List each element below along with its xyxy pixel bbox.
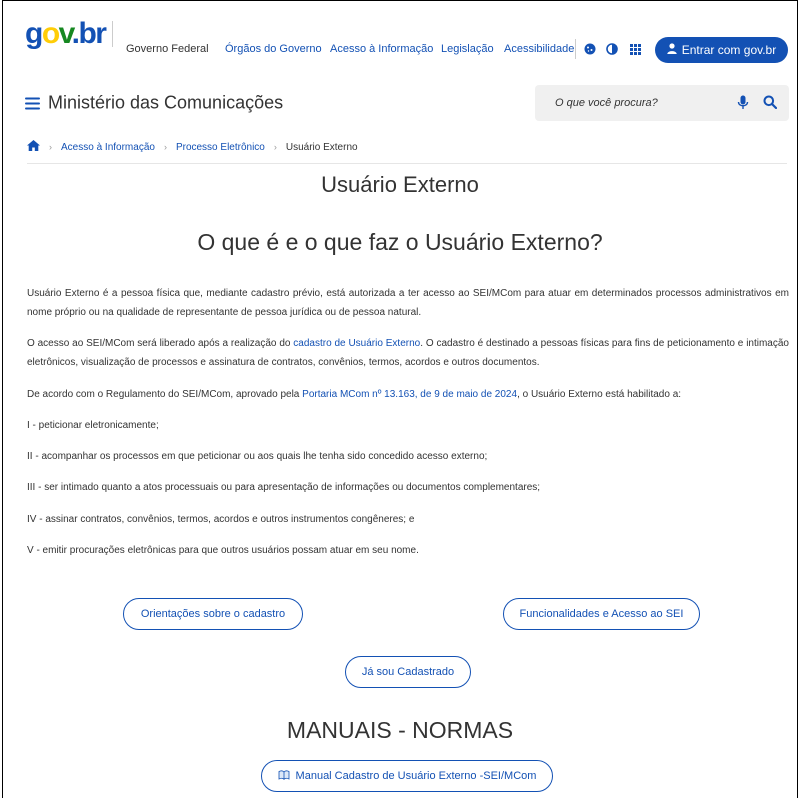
list-item: V - emitir procurações eletrônicas para … <box>27 545 419 556</box>
chevron-right-icon: › <box>273 142 277 152</box>
link-cadastro-usuario-externo[interactable]: cadastro de Usuário Externo <box>293 338 420 349</box>
section-title: O que é e o que faz o Usuário Externo? <box>197 229 603 255</box>
contrast-icon[interactable] <box>605 42 619 56</box>
manual-button-label: Manual Cadastro de Usuário Externo -SEI/… <box>295 770 537 782</box>
chevron-right-icon: › <box>49 142 52 152</box>
govbr-logo[interactable]: gov.br <box>25 19 107 49</box>
site-title: Ministério das Comunicações <box>48 92 284 113</box>
login-govbr-button[interactable]: Entrar com gov.br <box>655 37 788 63</box>
cookie-icon[interactable] <box>583 42 597 56</box>
book-icon <box>278 770 290 783</box>
breadcrumb-current: Usuário Externo <box>285 141 358 153</box>
paragraph-access: O acesso ao SEI/MCom será liberado após … <box>27 338 789 368</box>
breadcrumb-divider <box>27 163 787 164</box>
search-input[interactable] <box>555 85 725 121</box>
chevron-right-icon: › <box>163 142 167 152</box>
link-acesso-informacao[interactable]: Acesso à Informação <box>330 43 433 55</box>
manuals-title: MANUAIS - NORMAS <box>286 717 514 743</box>
header-divider <box>112 21 113 47</box>
search-icon[interactable] <box>763 95 778 114</box>
list-item: IV - assinar contratos, convênios, termo… <box>27 514 415 525</box>
link-acessibilidade[interactable]: Acessibilidade <box>504 43 574 55</box>
header-divider-icons <box>575 39 576 59</box>
link-legislacao[interactable]: Legislação <box>441 43 494 55</box>
page-frame: gov.br Governo Federal Órgãos do Governo… <box>2 0 798 798</box>
login-label: Entrar com gov.br <box>681 43 777 57</box>
paragraph-definition: Usuário Externo é a pessoa física que, m… <box>27 288 789 318</box>
page-title: Usuário Externo <box>321 172 479 197</box>
link-portaria-mcom[interactable]: Portaria MCom nº 13.163, de 9 de maio de… <box>302 389 517 400</box>
orientacoes-cadastro-button[interactable]: Orientações sobre o cadastro <box>123 598 303 630</box>
breadcrumb-item-acesso-informacao[interactable]: Acesso à Informação <box>61 142 155 153</box>
menu-icon <box>25 97 40 109</box>
link-orgaos-do-governo[interactable]: Órgãos do Governo <box>225 43 322 55</box>
manual-cadastro-button[interactable]: Manual Cadastro de Usuário Externo -SEI/… <box>261 760 553 792</box>
funcionalidades-acesso-sei-button[interactable]: Funcionalidades e Acesso ao SEI <box>503 598 700 630</box>
microphone-icon[interactable] <box>737 95 749 115</box>
home-icon[interactable] <box>27 140 40 154</box>
user-icon <box>667 43 677 57</box>
link-governo-federal[interactable]: Governo Federal <box>126 43 209 55</box>
apps-grid-icon[interactable] <box>628 42 642 56</box>
menu-toggle[interactable]: Ministério das Comunicações <box>25 93 283 114</box>
list-item: I - peticionar eletronicamente; <box>27 420 159 431</box>
breadcrumb-item-processo-eletronico[interactable]: Processo Eletrônico <box>176 142 265 153</box>
breadcrumb: › Acesso à Informação › Processo Eletrôn… <box>27 140 358 154</box>
list-item: II - acompanhar os processos em que peti… <box>27 451 488 462</box>
list-item: III - ser intimado quanto a atos process… <box>27 482 541 493</box>
paragraph-regulamento: De acordo com o Regulamento do SEI/MCom,… <box>27 389 682 400</box>
search-box <box>535 85 789 121</box>
ja-sou-cadastrado-button[interactable]: Já sou Cadastrado <box>345 656 471 688</box>
